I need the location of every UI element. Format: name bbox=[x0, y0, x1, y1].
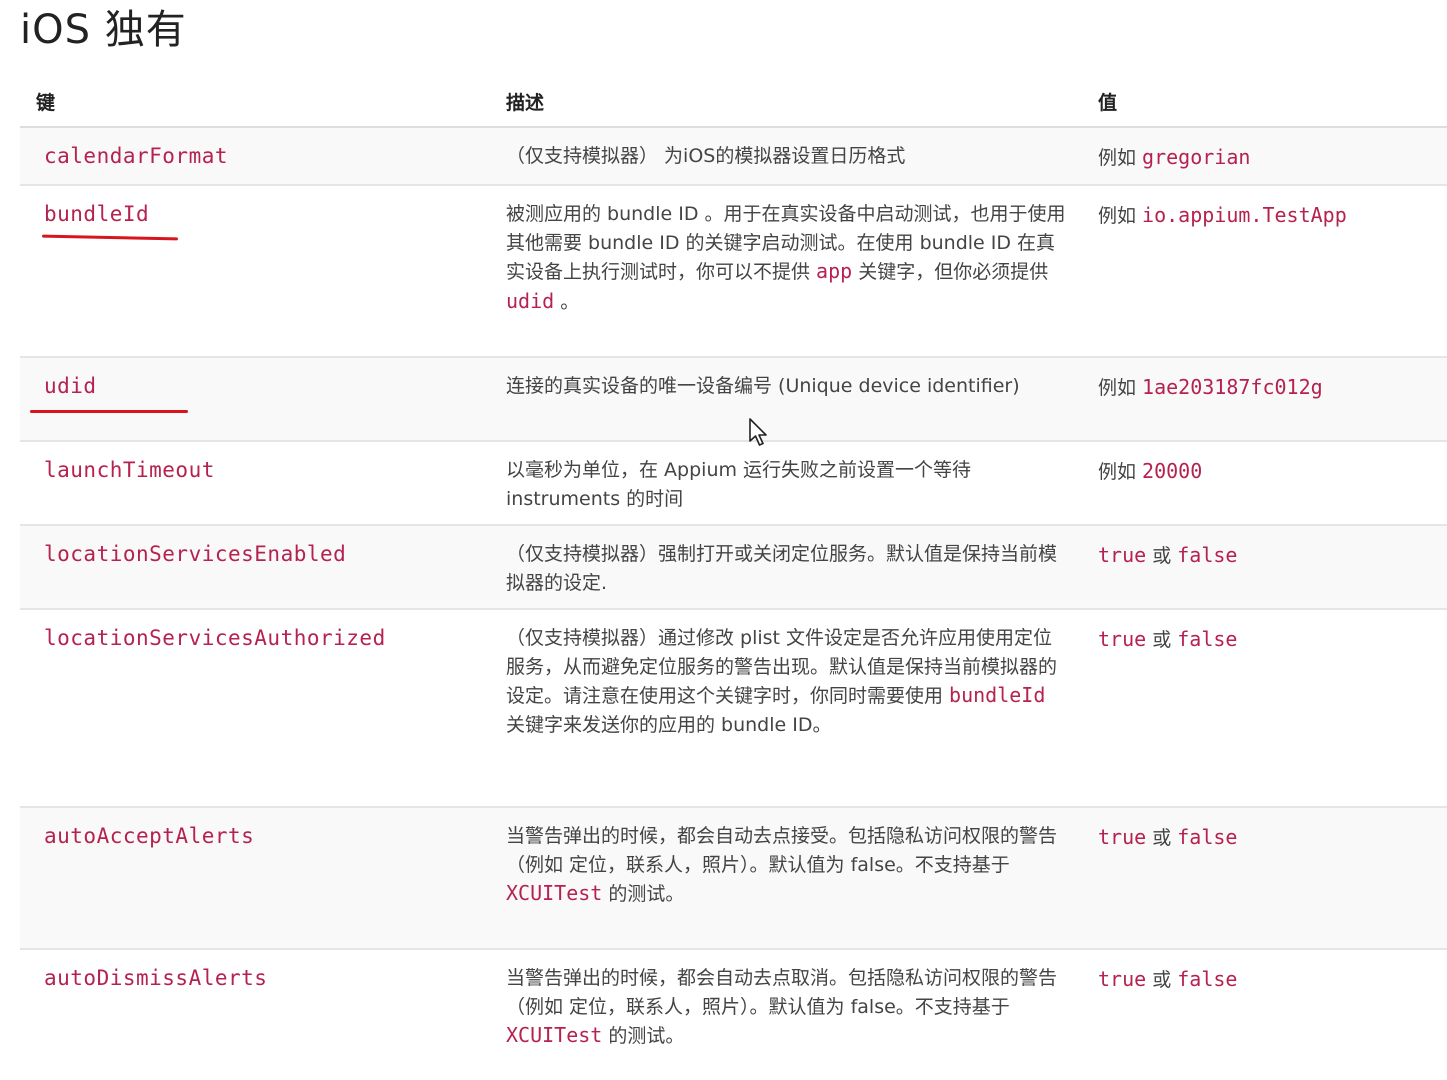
row-value: 例如 1ae203187fc012g bbox=[1098, 373, 1323, 400]
row-key: bundleId bbox=[44, 202, 150, 226]
inline-code: XCUITest bbox=[506, 1023, 603, 1047]
row-description: 连接的真实设备的唯一设备编号 (Unique device identifier… bbox=[506, 372, 1066, 401]
row-value: 例如 20000 bbox=[1098, 457, 1202, 484]
text-segment: （仅支持模拟器） 为iOS的模拟器设置日历格式 bbox=[506, 145, 906, 167]
row-key: locationServicesEnabled bbox=[44, 542, 347, 566]
row-value: true 或 false bbox=[1098, 965, 1237, 992]
inline-code: io.appium.TestApp bbox=[1142, 203, 1347, 227]
inline-code: false bbox=[1177, 627, 1238, 651]
text-segment: 以毫秒为单位，在 Appium 运行失败之前设置一个等待 instruments… bbox=[506, 459, 972, 510]
text-segment: 或 bbox=[1146, 969, 1178, 991]
text-segment: 连接的真实设备的唯一设备编号 (Unique device identifier… bbox=[506, 375, 1020, 397]
row-value: true 或 false bbox=[1098, 625, 1237, 652]
header-value: 值 bbox=[1098, 92, 1118, 114]
row-description: 被测应用的 bundle ID 。用于在真实设备中启动测试，也用于使用其他需要 … bbox=[506, 200, 1066, 316]
inline-code: bundleId bbox=[949, 683, 1046, 707]
row-description: （仅支持模拟器）通过修改 plist 文件设定是否允许应用使用定位服务，从而避免… bbox=[506, 624, 1066, 739]
text-segment: 当警告弹出的时候，都会自动去点接受。包括隐私访问权限的警告（例如 定位，联系人，… bbox=[506, 825, 1058, 876]
text-segment: 例如 bbox=[1098, 205, 1143, 227]
annotation-underline bbox=[41, 234, 179, 241]
table-row: locationServicesEnabled （仅支持模拟器）强制打开或关闭定… bbox=[20, 526, 1447, 610]
inline-code: gregorian bbox=[1142, 145, 1251, 169]
inline-code: true bbox=[1098, 627, 1147, 651]
row-description: （仅支持模拟器） 为iOS的模拟器设置日历格式 bbox=[506, 142, 1066, 171]
mouse-cursor-icon bbox=[749, 418, 767, 446]
row-key: calendarFormat bbox=[44, 144, 229, 168]
table-row: udid 连接的真实设备的唯一设备编号 (Unique device ident… bbox=[20, 358, 1447, 442]
inline-code: udid bbox=[506, 288, 555, 313]
capabilities-table: 键 描述 值 calendarFormat （仅支持模拟器） 为iOS的模拟器设… bbox=[20, 70, 1447, 1080]
text-segment: 或 bbox=[1146, 827, 1178, 849]
inline-code: true bbox=[1098, 967, 1147, 991]
inline-code: app bbox=[816, 259, 853, 283]
text-segment: 例如 bbox=[1098, 147, 1143, 169]
row-description: 当警告弹出的时候，都会自动去点取消。包括隐私访问权限的警告（例如 定位，联系人，… bbox=[506, 964, 1066, 1051]
inline-code: true bbox=[1098, 543, 1147, 567]
row-key: autoDismissAlerts bbox=[44, 966, 268, 990]
annotation-underline bbox=[30, 410, 188, 413]
inline-code: XCUITest bbox=[506, 881, 603, 905]
table-row: locationServicesAuthorized （仅支持模拟器）通过修改 … bbox=[20, 610, 1447, 808]
table-row: autoDismissAlerts 当警告弹出的时候，都会自动去点取消。包括隐私… bbox=[20, 950, 1447, 1080]
table-row: autoAcceptAlerts 当警告弹出的时候，都会自动去点接受。包括隐私访… bbox=[20, 808, 1447, 950]
text-segment: 例如 bbox=[1098, 377, 1143, 399]
inline-code: false bbox=[1177, 967, 1238, 991]
text-segment: 关键字，但你必须提供 bbox=[852, 261, 1049, 283]
text-segment: 例如 bbox=[1098, 461, 1143, 483]
text-segment: 或 bbox=[1146, 629, 1178, 651]
row-key: launchTimeout bbox=[44, 458, 215, 482]
inline-code: true bbox=[1098, 825, 1147, 849]
page-title: iOS 独有 bbox=[20, 7, 187, 53]
text-segment: 。 bbox=[554, 290, 580, 313]
inline-code: false bbox=[1177, 825, 1238, 849]
table-row: calendarFormat （仅支持模拟器） 为iOS的模拟器设置日历格式 例… bbox=[20, 128, 1447, 186]
text-segment: （仅支持模拟器）强制打开或关闭定位服务。默认值是保持当前模拟器的设定. bbox=[506, 543, 1058, 594]
text-segment: 关键字来发送你的应用的 bundle ID。 bbox=[506, 713, 832, 736]
table-row: bundleId 被测应用的 bundle ID 。用于在真实设备中启动测试，也… bbox=[20, 186, 1447, 358]
row-key: autoAcceptAlerts bbox=[44, 824, 255, 848]
table-row: launchTimeout 以毫秒为单位，在 Appium 运行失败之前设置一个… bbox=[20, 442, 1447, 526]
text-segment: 的测试。 bbox=[602, 1025, 685, 1047]
header-description: 描述 bbox=[506, 92, 545, 114]
row-value: 例如 gregorian bbox=[1098, 143, 1250, 170]
row-description: （仅支持模拟器）强制打开或关闭定位服务。默认值是保持当前模拟器的设定. bbox=[506, 540, 1066, 597]
header-key: 键 bbox=[36, 92, 56, 114]
row-value: 例如 io.appium.TestApp bbox=[1098, 201, 1347, 228]
text-segment: 的测试。 bbox=[602, 883, 685, 905]
row-description: 以毫秒为单位，在 Appium 运行失败之前设置一个等待 instruments… bbox=[506, 456, 1066, 513]
inline-code: 1ae203187fc012g bbox=[1142, 375, 1323, 399]
inline-code: 20000 bbox=[1142, 459, 1203, 483]
text-segment: 当警告弹出的时候，都会自动去点取消。包括隐私访问权限的警告（例如 定位，联系人，… bbox=[506, 967, 1058, 1018]
inline-code: false bbox=[1177, 543, 1238, 567]
row-value: true 或 false bbox=[1098, 541, 1237, 568]
row-description: 当警告弹出的时候，都会自动去点接受。包括隐私访问权限的警告（例如 定位，联系人，… bbox=[506, 822, 1066, 909]
row-key: udid bbox=[44, 374, 97, 398]
table-header: 键 描述 值 bbox=[20, 70, 1447, 128]
row-key: locationServicesAuthorized bbox=[44, 626, 386, 650]
row-value: true 或 false bbox=[1098, 823, 1237, 850]
text-segment: 或 bbox=[1146, 545, 1178, 567]
